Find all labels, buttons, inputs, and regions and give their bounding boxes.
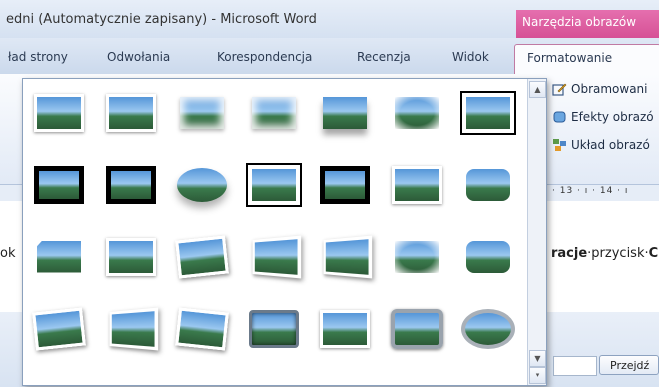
picture-style-thumbnail <box>461 308 515 349</box>
document-bold-1: racje <box>551 246 588 261</box>
picture-style-thumbnail <box>180 96 224 129</box>
picture-style-oval-shadow[interactable] <box>172 157 232 212</box>
go-to-button[interactable]: Przejdź <box>599 355 659 375</box>
picture-style-thumbnail <box>394 240 439 273</box>
picture-style-black[interactable] <box>101 157 161 212</box>
picture-style-white-frame[interactable] <box>101 85 161 140</box>
picture-style-white-frame[interactable] <box>29 85 89 140</box>
picture-style-thumbnail <box>175 306 229 351</box>
picture-border-button[interactable]: Obramowani <box>552 82 648 96</box>
picture-style-rounded[interactable] <box>458 157 518 212</box>
picture-style-thumbnail <box>323 96 367 129</box>
picture-style-soft-oval[interactable] <box>387 229 447 284</box>
picture-style-double-black[interactable] <box>244 157 304 212</box>
picture-style-soft-shadow[interactable] <box>315 85 375 140</box>
tab-format-label: Formatowanie <box>527 51 613 65</box>
picture-style-bevel-rect[interactable] <box>29 301 89 356</box>
picture-style-thick-black-2[interactable] <box>315 157 375 212</box>
picture-effects-button[interactable]: Efekty obrazó <box>552 110 654 124</box>
picture-style-thumbnail <box>34 165 84 204</box>
picture-style-thumbnail <box>320 309 370 348</box>
ruler-marks: · 13 · ı · 14 · ı <box>552 186 629 196</box>
picture-style-thumbnail <box>177 167 227 202</box>
picture-style-cut-corner[interactable] <box>29 229 89 284</box>
window-title: edni (Automatycznie zapisany) - Microsof… <box>6 12 317 27</box>
picture-border-label: Obramowani <box>571 82 648 96</box>
picture-style-soft-edge[interactable] <box>244 85 304 140</box>
picture-style-perspective[interactable] <box>244 229 304 284</box>
context-tab-group-text: Narzędzia obrazów <box>522 15 637 29</box>
picture-style-white-frame-shadow[interactable] <box>101 229 161 284</box>
picture-style-rounded-shadow[interactable] <box>458 229 518 284</box>
picture-style-soft-frame[interactable] <box>172 85 232 140</box>
pencil-border-icon <box>552 82 567 96</box>
picture-style-thumbnail <box>34 93 84 132</box>
picture-style-bevel-dark[interactable] <box>244 301 304 356</box>
picture-effects-icon <box>552 110 567 124</box>
tab-review[interactable]: Recenzja <box>357 50 411 64</box>
scroll-up-button[interactable]: ▲ <box>529 81 546 98</box>
picture-style-soft-white[interactable] <box>315 301 375 356</box>
picture-style-thumbnail <box>245 162 302 207</box>
picture-style-tilt-left[interactable] <box>172 229 232 284</box>
picture-style-thick-black[interactable] <box>29 157 89 212</box>
picture-style-thumbnail <box>37 240 81 273</box>
picture-styles-gallery: ▲ ▼ ▾ <box>22 78 547 386</box>
picture-layout-button[interactable]: Układ obrazó <box>552 138 650 152</box>
picture-style-thumbnail <box>394 96 439 129</box>
tab-format[interactable]: Formatowanie <box>514 44 659 75</box>
picture-style-thumbnail <box>108 307 158 350</box>
gallery-scrollbar[interactable]: ▲ ▼ ▾ <box>527 79 546 385</box>
picture-style-thumbnail <box>32 306 86 351</box>
picture-style-tilt-right[interactable] <box>172 301 232 356</box>
find-input[interactable] <box>553 356 597 376</box>
picture-effects-label: Efekty obrazó <box>571 110 654 124</box>
picture-style-white-shadow[interactable] <box>387 157 447 212</box>
picture-style-thumbnail <box>466 168 510 201</box>
picture-style-perspective-white[interactable] <box>315 229 375 284</box>
tab-page-layout[interactable]: ład strony <box>8 50 68 64</box>
picture-style-thumbnail <box>320 165 370 204</box>
document-bold-2: C <box>648 246 659 261</box>
document-text-mid: ·przycisk· <box>587 246 649 261</box>
document-text-left: ok <box>0 246 16 261</box>
picture-style-perspective-left[interactable] <box>101 301 161 356</box>
picture-style-thumbnail <box>105 237 156 276</box>
picture-style-thumbnail <box>390 308 443 349</box>
picture-style-thumbnail <box>248 309 299 348</box>
tab-references[interactable]: Odwołania <box>107 50 170 64</box>
picture-style-fade-edge[interactable] <box>387 85 447 140</box>
picture-style-thumbnail <box>175 234 229 279</box>
picture-style-metal-oval[interactable] <box>458 301 518 356</box>
picture-style-black-double[interactable] <box>458 85 518 140</box>
picture-style-thumbnail <box>460 90 516 135</box>
picture-style-thumbnail <box>251 235 301 278</box>
picture-style-thumbnail <box>466 240 510 273</box>
picture-style-thumbnail <box>105 93 156 132</box>
picture-layout-label: Układ obrazó <box>571 138 650 152</box>
picture-style-metal-frame[interactable] <box>387 301 447 356</box>
scroll-down-button[interactable]: ▼ <box>529 350 546 367</box>
picture-layout-icon <box>552 138 567 152</box>
picture-style-thumbnail <box>323 235 373 278</box>
picture-style-thumbnail <box>251 96 296 129</box>
tab-view[interactable]: Widok <box>452 50 489 64</box>
gallery-more-button[interactable]: ▾ <box>529 367 546 384</box>
tab-mailings[interactable]: Korespondencja <box>217 50 312 64</box>
picture-style-thumbnail <box>105 165 156 204</box>
document-text-line: racje·przycisk·C <box>551 246 658 261</box>
picture-style-thumbnail <box>391 165 442 204</box>
